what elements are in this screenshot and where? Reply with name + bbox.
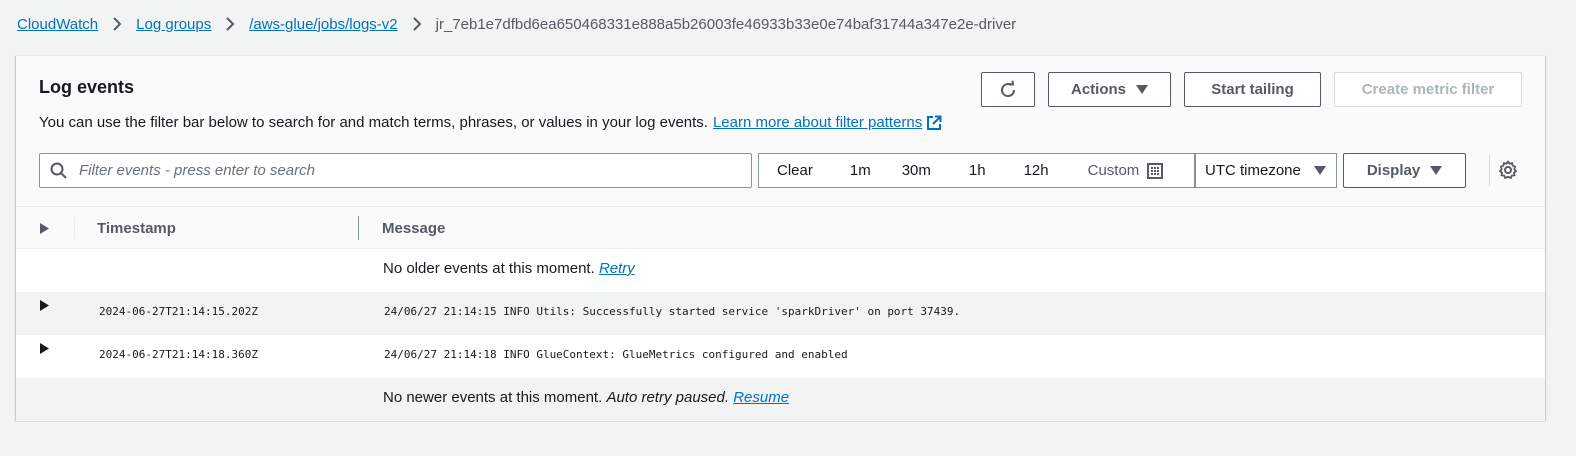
- display-button[interactable]: Display: [1343, 153, 1466, 188]
- column-header-message[interactable]: Message: [382, 220, 445, 237]
- time-range-selector: Clear 1m 30m 1h 12h Custom: [758, 153, 1195, 188]
- breadcrumb-current-stream: jr_7eb1e7dfbd6ea650468331e888a5b26003fe4…: [435, 15, 1017, 33]
- filter-events-input[interactable]: [77, 161, 737, 180]
- chevron-right-icon: [112, 17, 122, 31]
- filter-search-box[interactable]: [39, 153, 752, 188]
- time-option-12h[interactable]: 12h: [1024, 162, 1049, 179]
- older-status-text: No older events at this moment.: [383, 260, 595, 277]
- time-option-1m[interactable]: 1m: [850, 162, 871, 179]
- column-header-timestamp[interactable]: Timestamp: [97, 220, 176, 237]
- column-resize-handle[interactable]: [358, 216, 359, 240]
- actions-button[interactable]: Actions: [1048, 72, 1171, 107]
- caret-down-icon: [1136, 85, 1148, 94]
- custom-label: Custom: [1087, 162, 1140, 179]
- calendar-icon: [1147, 162, 1164, 179]
- row-timestamp: 2024-06-27T21:14:15.202Z: [99, 305, 258, 318]
- column-divider: [74, 217, 75, 239]
- actions-label: Actions: [1070, 81, 1126, 98]
- gear-icon[interactable]: [1498, 160, 1518, 180]
- newer-status-text: No newer events at this moment.: [383, 389, 603, 406]
- time-option-1h[interactable]: 1h: [969, 162, 986, 179]
- expand-row-icon[interactable]: [40, 300, 49, 311]
- caret-down-icon: [1430, 166, 1443, 175]
- caret-down-icon: [1314, 166, 1326, 175]
- log-events-table: Timestamp Message No older events at thi…: [16, 206, 1545, 421]
- breadcrumb-log-group-name[interactable]: /aws-glue/jobs/logs-v2: [249, 16, 397, 33]
- expand-all-icon[interactable]: [40, 223, 49, 234]
- chevron-right-icon: [412, 17, 422, 31]
- time-option-30m[interactable]: 30m: [902, 162, 931, 179]
- chevron-right-icon: [225, 17, 235, 31]
- resume-link[interactable]: Resume: [733, 389, 789, 406]
- table-row[interactable]: 2024-06-27T21:14:15.202Z 24/06/27 21:14:…: [16, 292, 1545, 335]
- external-link-icon: [926, 115, 942, 131]
- row-timestamp: 2024-06-27T21:14:18.360Z: [99, 348, 258, 361]
- learn-more-link[interactable]: Learn more about filter patterns: [713, 114, 922, 131]
- start-tailing-button[interactable]: Start tailing: [1184, 72, 1321, 107]
- breadcrumb-cloudwatch[interactable]: CloudWatch: [17, 16, 98, 33]
- display-label: Display: [1366, 162, 1421, 179]
- timezone-select[interactable]: UTC timezone: [1195, 153, 1337, 188]
- panel-title: Log events: [39, 77, 135, 97]
- breadcrumb: CloudWatch Log groups /aws-glue/jobs/log…: [17, 12, 1016, 36]
- toolbar-divider: [1489, 155, 1490, 186]
- refresh-icon: [998, 80, 1018, 100]
- search-icon: [50, 162, 67, 179]
- older-events-status: No older events at this moment. Retry: [383, 260, 635, 277]
- log-events-panel: Log events You can use the filter bar be…: [16, 55, 1545, 421]
- panel-description: You can use the filter bar below to sear…: [39, 114, 942, 131]
- time-clear-button[interactable]: Clear: [777, 162, 813, 179]
- time-option-custom[interactable]: Custom: [1088, 162, 1164, 179]
- row-message: 24/06/27 21:14:15 INFO Utils: Successful…: [384, 305, 961, 318]
- newer-events-status: No newer events at this moment. Auto ret…: [383, 389, 789, 406]
- breadcrumb-log-groups[interactable]: Log groups: [136, 16, 211, 33]
- create-metric-filter-button[interactable]: Create metric filter: [1334, 72, 1522, 107]
- timezone-value: UTC timezone: [1205, 162, 1301, 179]
- retry-link[interactable]: Retry: [599, 260, 635, 277]
- row-message: 24/06/27 21:14:18 INFO GlueContext: Glue…: [384, 348, 848, 361]
- older-events-row: No older events at this moment. Retry: [16, 249, 1545, 292]
- auto-retry-paused-text: Auto retry paused.: [606, 389, 730, 406]
- table-row[interactable]: 2024-06-27T21:14:18.360Z 24/06/27 21:14:…: [16, 335, 1545, 378]
- newer-events-row: No newer events at this moment. Auto ret…: [16, 378, 1545, 421]
- description-text: You can use the filter bar below to sear…: [39, 114, 708, 131]
- refresh-button[interactable]: [981, 72, 1035, 107]
- table-header: Timestamp Message: [16, 206, 1545, 249]
- expand-row-icon[interactable]: [40, 343, 49, 354]
